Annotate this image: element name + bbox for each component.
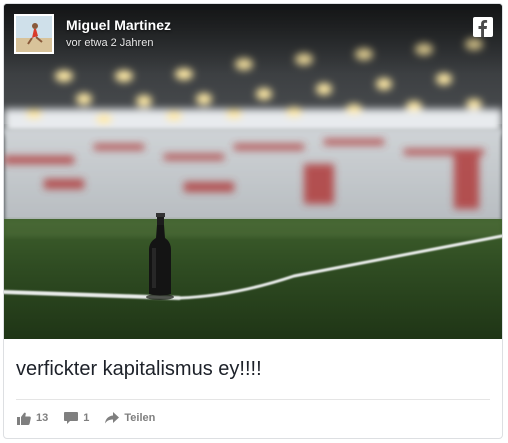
like-count: 13 <box>36 412 49 424</box>
facebook-icon[interactable] <box>473 17 493 37</box>
comment-button[interactable]: 1 <box>64 411 90 425</box>
thumbs-up-icon <box>17 412 31 425</box>
comment-count: 1 <box>83 412 90 424</box>
share-label: Teilen <box>124 412 156 424</box>
like-button[interactable]: 13 <box>17 412 48 425</box>
post-caption: verfickter kapitalismus ey!!!! <box>16 358 262 380</box>
share-arrow-icon <box>105 412 120 424</box>
avatar[interactable] <box>14 14 54 54</box>
post-card: Miguel Martinez vor etwa 2 Jahren verfic… <box>3 3 503 439</box>
post-actions: 13 1 Teilen <box>17 409 171 427</box>
post-timestamp[interactable]: vor etwa 2 Jahren <box>66 37 153 49</box>
divider <box>16 399 490 400</box>
post-photo[interactable]: Miguel Martinez vor etwa 2 Jahren <box>4 4 502 339</box>
share-button[interactable]: Teilen <box>105 412 155 424</box>
avatar-image <box>16 16 52 52</box>
speech-bubble-icon <box>64 411 79 424</box>
author-name[interactable]: Miguel Martinez <box>66 17 171 33</box>
